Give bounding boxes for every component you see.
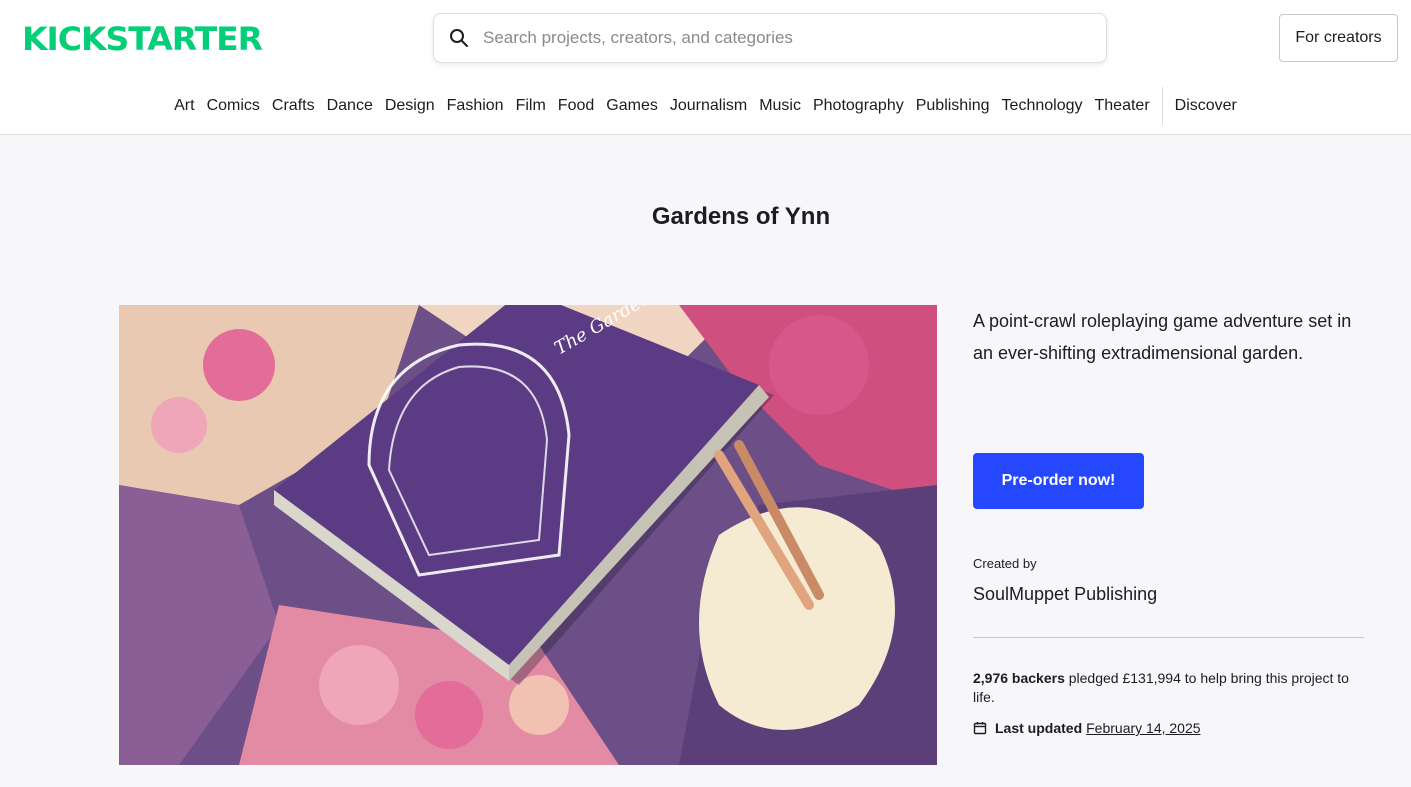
- last-updated-date-link[interactable]: February 14, 2025: [1086, 720, 1200, 736]
- discover-link[interactable]: Discover: [1169, 97, 1243, 115]
- backers-summary: 2,976 backers pledged £131,994 to help b…: [973, 669, 1364, 707]
- category-journalism[interactable]: Journalism: [664, 97, 753, 115]
- category-art[interactable]: Art: [168, 97, 200, 115]
- search-input[interactable]: [483, 14, 1106, 62]
- category-music[interactable]: Music: [753, 97, 807, 115]
- category-comics[interactable]: Comics: [201, 97, 266, 115]
- category-crafts[interactable]: Crafts: [266, 97, 321, 115]
- search-icon: [450, 29, 468, 47]
- category-food[interactable]: Food: [552, 97, 600, 115]
- last-updated: Last updated February 14, 2025: [973, 720, 1201, 736]
- category-nav: Art Comics Crafts Dance Design Fashion F…: [0, 87, 1411, 125]
- project-title: Gardens of Ynn: [651, 203, 831, 230]
- category-fashion[interactable]: Fashion: [441, 97, 510, 115]
- project-hero-image[interactable]: The Gardens of Ynn: [119, 305, 937, 765]
- category-dance[interactable]: Dance: [321, 97, 379, 115]
- project-blurb: A point-crawl roleplaying game adventure…: [973, 311, 1352, 363]
- creator-name-link[interactable]: SoulMuppet Publishing: [973, 584, 1157, 605]
- project-sidebar: A point-crawl roleplaying game adventure…: [973, 305, 1364, 736]
- category-film[interactable]: Film: [510, 97, 552, 115]
- backers-count: 2,976 backers: [973, 670, 1065, 686]
- calendar-icon: [973, 722, 987, 735]
- last-updated-label: Last updated: [995, 720, 1083, 736]
- nav-divider: [1161, 87, 1163, 125]
- category-technology[interactable]: Technology: [996, 97, 1089, 115]
- pre-order-button[interactable]: Pre-order now!: [973, 453, 1144, 509]
- category-games[interactable]: Games: [600, 97, 664, 115]
- category-publishing[interactable]: Publishing: [910, 97, 996, 115]
- sidebar-divider: [973, 637, 1364, 638]
- category-photography[interactable]: Photography: [807, 97, 910, 115]
- created-by-label: Created by: [973, 556, 1037, 571]
- category-theater[interactable]: Theater: [1089, 97, 1156, 115]
- search-bar[interactable]: [433, 13, 1107, 63]
- for-creators-button[interactable]: For creators: [1279, 14, 1398, 62]
- category-design[interactable]: Design: [379, 97, 441, 115]
- site-header: KICKSTARTER For creators Art Comics Craf…: [0, 0, 1411, 135]
- kickstarter-logo[interactable]: KICKSTARTER: [22, 22, 262, 54]
- svg-text:KICKSTARTER: KICKSTARTER: [22, 22, 262, 54]
